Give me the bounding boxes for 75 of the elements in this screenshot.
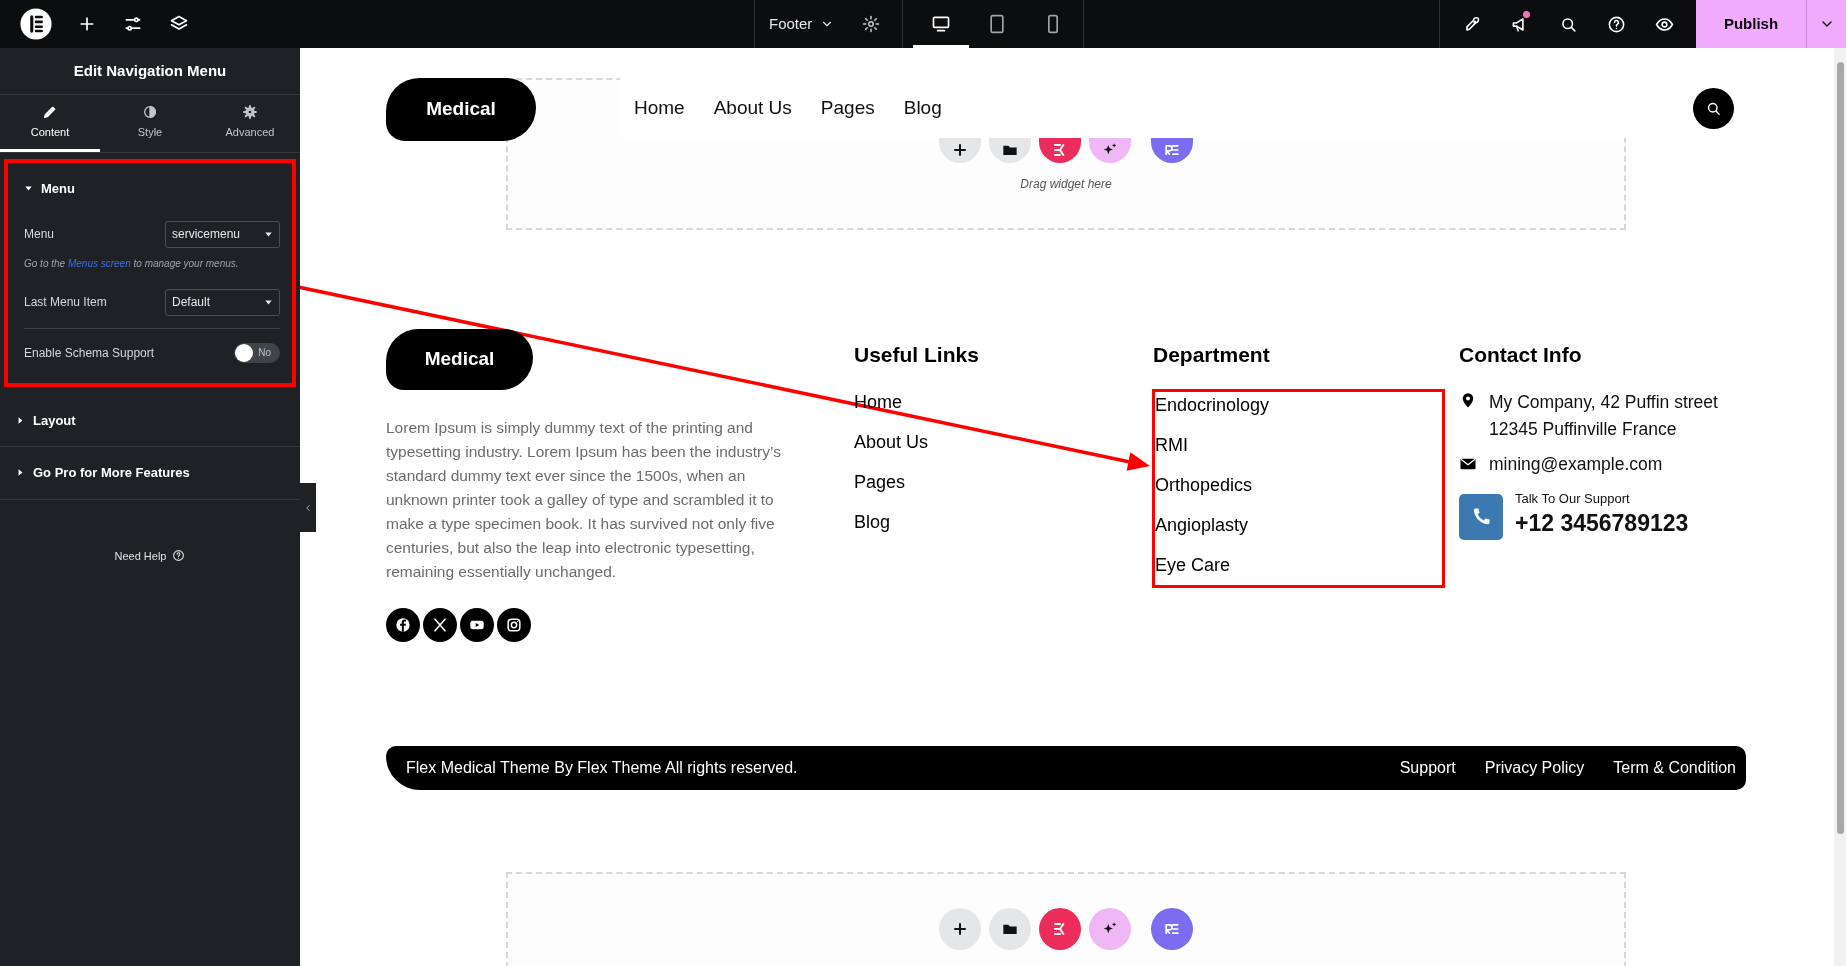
x-link[interactable] bbox=[423, 608, 457, 642]
column-heading: Contact Info bbox=[1459, 342, 1583, 368]
nav-link[interactable]: Pages bbox=[820, 93, 875, 123]
contrast-icon bbox=[142, 103, 158, 120]
publish-button[interactable]: Publish bbox=[1696, 0, 1806, 48]
help-icon bbox=[1606, 14, 1626, 34]
phone-number: +12 3456789123 bbox=[1515, 508, 1689, 538]
kit-library-button[interactable] bbox=[1039, 908, 1081, 950]
instagram-link[interactable] bbox=[497, 608, 531, 642]
ai-button[interactable] bbox=[1089, 138, 1131, 163]
document-selector[interactable]: Footer bbox=[755, 0, 849, 48]
drop-hint: Drag widget here bbox=[1020, 176, 1112, 193]
gear-icon bbox=[242, 103, 258, 120]
footer-link[interactable]: Blog bbox=[854, 508, 1153, 536]
site-logo: Medical bbox=[386, 78, 536, 141]
nav-link[interactable]: About Us bbox=[713, 93, 792, 123]
addon-button[interactable] bbox=[1151, 908, 1193, 950]
template-library-button[interactable] bbox=[989, 138, 1031, 163]
footer-link[interactable]: Home bbox=[854, 388, 1153, 416]
column-heading: Department bbox=[1153, 342, 1271, 368]
section-header[interactable]: Menu bbox=[8, 163, 292, 215]
add-section-button[interactable] bbox=[939, 138, 981, 163]
footer-bar-link[interactable]: Term & Condition bbox=[1613, 756, 1736, 780]
toggle-switch[interactable]: No bbox=[234, 342, 280, 363]
about-text: Lorem Ipsum is simply dummy text of the printing and typesetting industry. Lorem Ipsum has been the industry’s standard dummy text ever since the 1500s, when an unknown printer took a galley of type and scrambled it to make a type specimen book. It has survived not only five centuries, but also the leap into electronic typesetting, remaining essentially unchanged. bbox=[386, 418, 782, 582]
panel-title: Edit Navigation Menu bbox=[0, 48, 300, 95]
field-label: Enable Schema Support bbox=[24, 344, 155, 362]
facebook-link[interactable] bbox=[386, 608, 420, 642]
logo-icon bbox=[19, 7, 53, 41]
panel-tab[interactable]: Content bbox=[0, 95, 100, 152]
addon-button[interactable] bbox=[1151, 138, 1193, 163]
chevron-left-icon bbox=[303, 502, 313, 513]
footer-link[interactable]: About Us bbox=[854, 428, 1153, 456]
site-logo: Medical bbox=[386, 329, 533, 390]
desktop-icon bbox=[931, 14, 952, 34]
youtube-link[interactable] bbox=[460, 608, 494, 642]
footer-link[interactable]: Endocrinology bbox=[1155, 391, 1442, 419]
template-library-button[interactable] bbox=[989, 908, 1031, 950]
editor-logo-button[interactable] bbox=[18, 7, 54, 41]
footer-link[interactable]: Angioplasty bbox=[1155, 511, 1442, 539]
email-text: mining@example.com bbox=[1489, 452, 1663, 476]
footer-link[interactable]: RMI bbox=[1155, 431, 1442, 459]
nav-link[interactable]: Home bbox=[634, 93, 685, 123]
footer-link[interactable]: Orthopedics bbox=[1155, 471, 1442, 499]
help-icon bbox=[172, 549, 186, 563]
section-header[interactable]: Layout bbox=[0, 394, 300, 446]
field-label: Last Menu Item bbox=[24, 294, 107, 311]
footer-bar-link[interactable]: Privacy Policy bbox=[1484, 756, 1585, 780]
panel-tab[interactable]: Style bbox=[100, 95, 200, 152]
copyright-text: Flex Medical Theme By Flex Theme All rights reserved. bbox=[406, 758, 798, 778]
footer-link[interactable]: Pages bbox=[854, 468, 1153, 496]
select-field[interactable]: servicemenu bbox=[165, 220, 280, 248]
address-text: My Company, 42 Puffin street 12345 Puffinville France bbox=[1489, 390, 1719, 441]
help-text: Go to the Menus screen to manage your menus. bbox=[23, 256, 240, 271]
scrollbar-thumb[interactable] bbox=[1836, 62, 1844, 834]
panel-tab[interactable]: Advanced bbox=[200, 95, 300, 152]
settings-icon bbox=[862, 15, 881, 33]
add-section-button[interactable] bbox=[939, 908, 981, 950]
caret-icon bbox=[16, 415, 25, 425]
caret-icon bbox=[16, 468, 25, 478]
facebook-icon bbox=[393, 615, 413, 635]
kit-library-button[interactable] bbox=[1039, 138, 1081, 163]
field-label: Menu bbox=[24, 226, 55, 243]
instagram-icon bbox=[504, 615, 524, 635]
nav-link[interactable]: Blog bbox=[903, 93, 942, 123]
search-button[interactable] bbox=[1693, 87, 1734, 129]
column-heading: Useful Links bbox=[854, 342, 980, 368]
section-header[interactable]: Go Pro for More Features bbox=[0, 447, 300, 499]
footer-bar-link[interactable]: Support bbox=[1399, 756, 1456, 780]
sliders-icon bbox=[123, 14, 143, 34]
menus-link[interactable]: Menus screen bbox=[67, 257, 131, 269]
footer-link[interactable]: Eye Care bbox=[1155, 551, 1442, 579]
support-label: Talk To Our Support bbox=[1515, 489, 1631, 508]
help-link[interactable]: Need Help bbox=[114, 547, 167, 564]
select-field[interactable]: Default bbox=[165, 288, 280, 316]
